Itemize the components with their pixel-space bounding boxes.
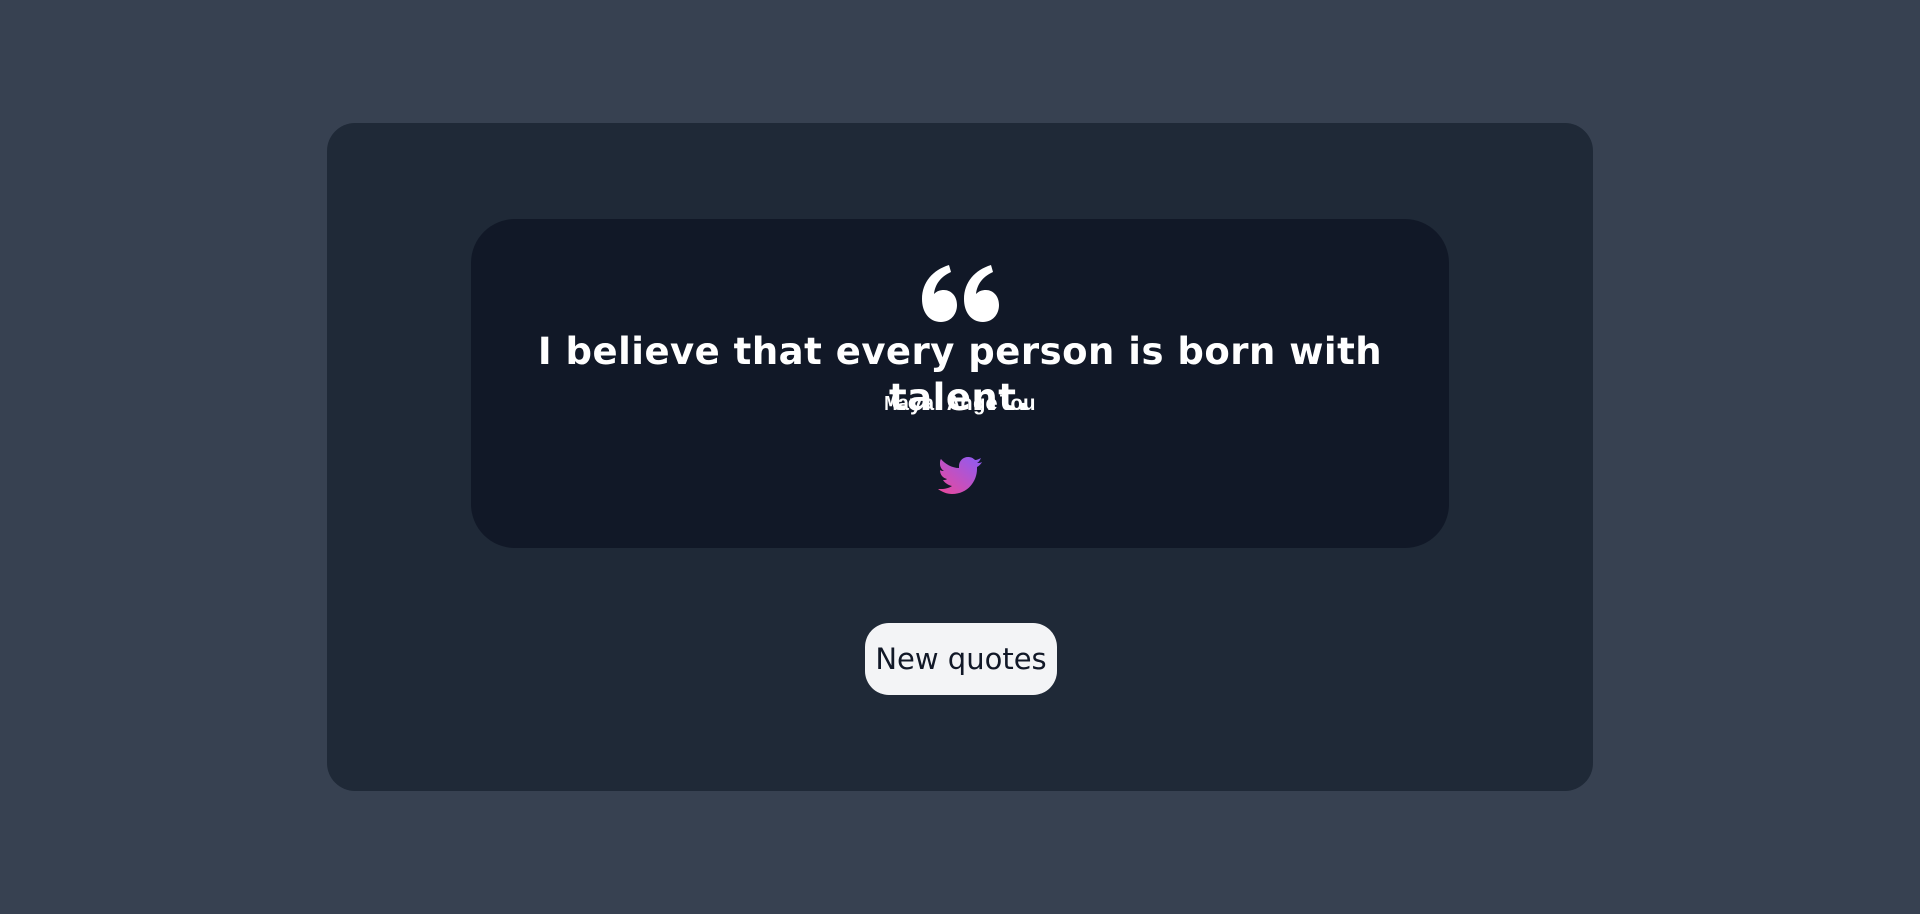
twitter-bird-icon (938, 457, 982, 494)
quote-icon (922, 265, 999, 322)
quote-author: Maya Angelou (884, 394, 1036, 417)
new-quote-button[interactable]: New quotes (865, 623, 1057, 695)
quote-card: I believe that every person is born with… (471, 219, 1449, 548)
tweet-quote-button[interactable] (937, 456, 983, 496)
quote-app-container: I believe that every person is born with… (327, 123, 1593, 791)
